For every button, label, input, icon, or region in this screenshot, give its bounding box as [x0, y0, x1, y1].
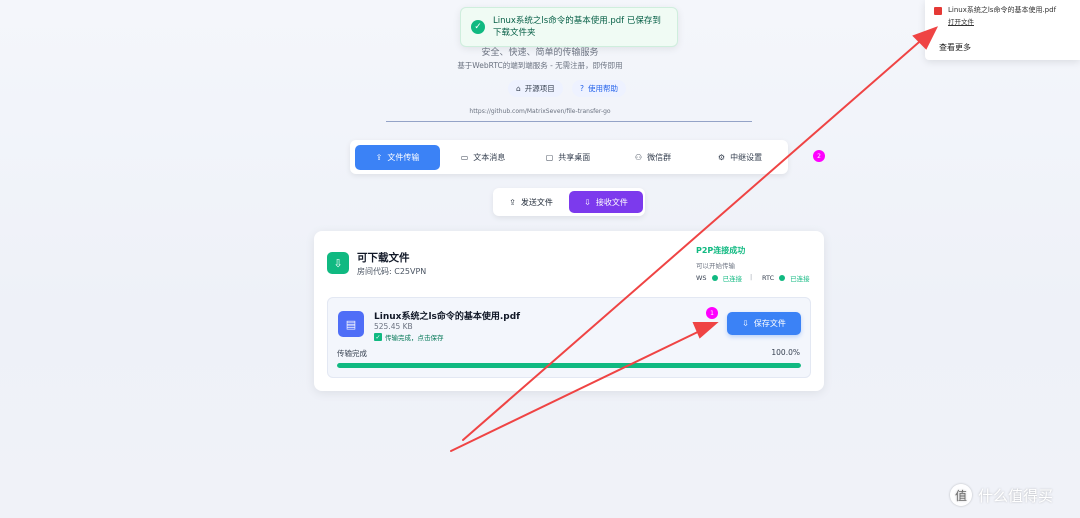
send-file-button[interactable]: ⇪ 发送文件: [497, 191, 565, 213]
rtc-status: RTC 已连接: [762, 273, 810, 283]
watermark-mark: 值: [950, 484, 972, 506]
send-label: 发送文件: [520, 197, 553, 207]
upload-icon: ⇪: [509, 197, 516, 207]
feature-tabs: ⇪ 文件传输 ▭ 文本消息 ▢ 共享桌面 ⚇ 微信群 ⚙ 中继设置: [350, 140, 788, 174]
tab-file-transfer[interactable]: ⇪ 文件传输: [355, 145, 440, 170]
github-icon: ⌂: [516, 84, 521, 93]
watermark-text: 什么值得买: [978, 486, 1054, 505]
ws-status: WS 已连接: [696, 273, 742, 283]
users-icon: ⚇: [634, 153, 643, 162]
repo-url[interactable]: https://github.com/MatrixSeven/file-tran…: [0, 108, 1080, 115]
file-item: ▤ Linux系统之ls命令的基本使用.pdf 525.45 KB ✓ 传输完成…: [327, 297, 811, 378]
progress-label: 传输完成: [337, 349, 367, 358]
rtc-label: RTC: [762, 274, 775, 282]
room-code: 房间代码: C25VPN: [357, 267, 427, 276]
file-status: ✓ 传输完成，点击保存: [374, 332, 444, 342]
status-dot-icon: [779, 275, 786, 281]
tagline: 安全、快速、简单的传输服务: [481, 48, 599, 58]
tab-text-message[interactable]: ▭ 文本消息: [448, 145, 518, 170]
pdf-file-icon: [934, 7, 942, 15]
help-label: 使用帮助: [587, 84, 618, 93]
p2p-sub: 可以开始传输: [696, 262, 735, 270]
download-icon: ⇩: [327, 252, 349, 274]
tab-label: 共享桌面: [558, 153, 591, 162]
annotation-badge-1: 1: [706, 307, 718, 319]
tab-share-desktop[interactable]: ▢ 共享桌面: [533, 145, 603, 170]
upload-icon: ⇪: [375, 153, 383, 162]
save-file-button[interactable]: ⇩ 保存文件: [727, 312, 801, 335]
open-file-link[interactable]: 打开文件: [948, 16, 974, 26]
tab-label: 文本消息: [473, 153, 506, 162]
file-size: 525.45 KB: [374, 322, 413, 331]
card-title: 可下载文件: [357, 252, 410, 264]
tab-label: 微信群: [647, 153, 672, 162]
progress-fill: [337, 363, 801, 368]
status-dot-icon: [711, 275, 718, 281]
monitor-icon: ▢: [545, 153, 554, 162]
annotation-badge-2: 2: [813, 150, 825, 162]
p2p-status: P2P连接成功: [696, 246, 746, 255]
progress-bar: [337, 363, 801, 368]
progress-percent: 100.0%: [771, 348, 800, 357]
help-icon: ?: [580, 84, 584, 93]
document-icon: ▤: [338, 311, 364, 337]
download-card: ⇩ 可下载文件 房间代码: C25VPN P2P连接成功 可以开始传输 WS 已…: [314, 231, 824, 391]
file-name: Linux系统之ls命令的基本使用.pdf: [374, 312, 521, 322]
checkbox-icon: ✓: [374, 333, 382, 341]
message-icon: ▭: [460, 153, 469, 162]
toast-message: Linux系统之ls命令的基本使用.pdf 已保存到下载文件夹: [493, 16, 661, 38]
gear-icon: ⚙: [717, 153, 726, 162]
check-circle-icon: ✓: [471, 20, 485, 34]
mode-toggle: ⇪ 发送文件 ⇩ 接收文件: [493, 188, 645, 216]
open-source-button[interactable]: ⌂ 开源项目: [508, 80, 563, 97]
watermark-logo: 值 什么值得买: [950, 484, 1053, 506]
save-toast: ✓ Linux系统之ls命令的基本使用.pdf 已保存到下载文件夹: [460, 7, 678, 47]
ws-label: WS: [696, 274, 707, 282]
download-icon: ⇩: [742, 319, 749, 328]
download-icon: ⇩: [584, 197, 591, 207]
ws-state: 已连接: [722, 275, 743, 283]
tab-wechat-group[interactable]: ⚇ 微信群: [623, 145, 683, 170]
file-status-text: 传输完成，点击保存: [385, 334, 444, 342]
tab-label: 中继设置: [730, 153, 763, 162]
description: 基于WebRTC的端到端服务 - 无需注册，即传即用: [457, 61, 623, 70]
save-label: 保存文件: [753, 319, 786, 328]
divider: [386, 121, 752, 122]
receive-label: 接收文件: [595, 197, 628, 207]
tab-label: 文件传输: [387, 153, 420, 162]
open-source-label: 开源项目: [524, 84, 555, 93]
download-file-name: Linux系统之ls命令的基本使用.pdf: [948, 6, 1057, 14]
receive-file-button[interactable]: ⇩ 接收文件: [569, 191, 643, 213]
rtc-state: 已连接: [790, 275, 810, 283]
tab-relay-settings[interactable]: ⚙ 中继设置: [705, 145, 775, 170]
help-button[interactable]: ? 使用帮助: [572, 80, 626, 97]
conn-separator: |: [750, 273, 753, 281]
